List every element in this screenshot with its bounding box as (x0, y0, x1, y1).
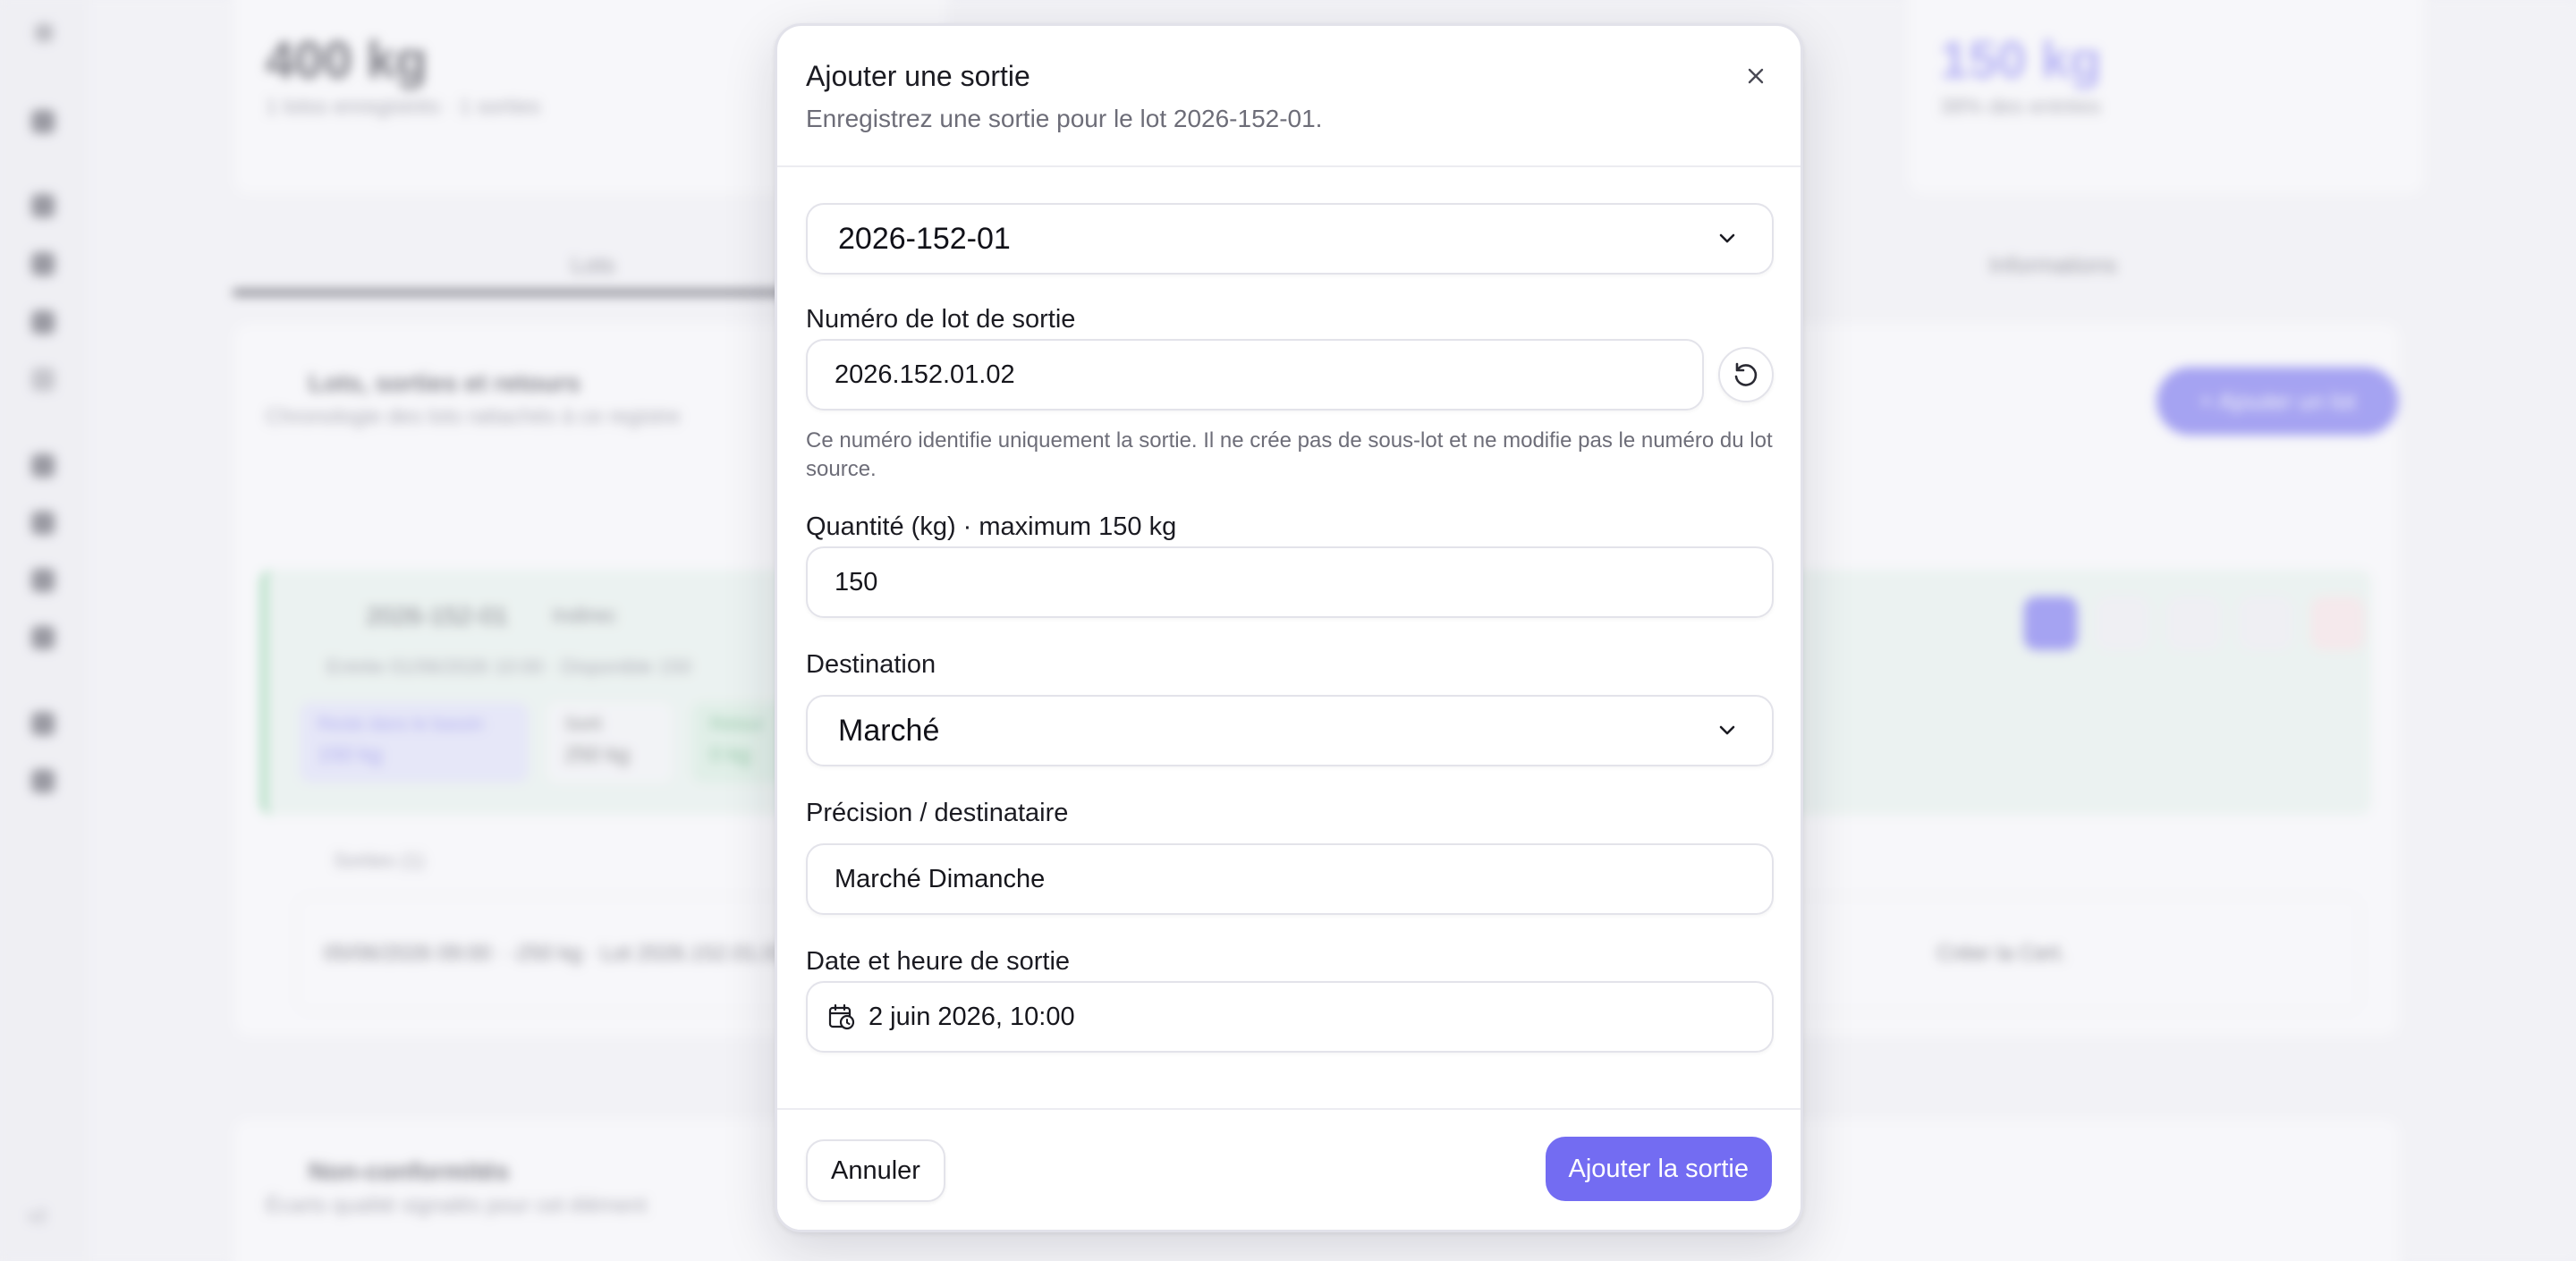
chevron-down-icon (1719, 233, 1735, 243)
datetime-value: 2 juin 2026, 10:00 (869, 1002, 1075, 1031)
add-output-dialog: Ajouter une sortie Enregistrez une sorti… (775, 23, 1803, 1232)
dialog-footer: Annuler Ajouter la sortie (777, 1108, 1801, 1230)
regenerate-lot-button[interactable] (1718, 347, 1774, 402)
output-lot-input[interactable]: 2026.152.01.02 (806, 339, 1704, 410)
dialog-title: Ajouter une sortie (806, 60, 1030, 92)
quantity-input[interactable]: 150 (806, 546, 1774, 618)
dialog-header: Ajouter une sortie Enregistrez une sorti… (777, 26, 1801, 167)
datetime-label: Date et heure de sortie (806, 947, 1071, 976)
datetime-input[interactable]: 2 juin 2026, 10:00 (806, 981, 1774, 1053)
recipient-label: Précision / destinataire (806, 799, 1069, 827)
calendar-clock-icon (828, 1003, 855, 1030)
destination-select[interactable]: Marché (806, 695, 1774, 766)
output-lot-help: Ce numéro identifie uniquement la sortie… (806, 428, 1773, 481)
close-button[interactable] (1738, 58, 1774, 94)
cancel-button[interactable]: Annuler (806, 1139, 945, 1202)
dialog-subtitle: Enregistrez une sortie pour le lot 2026-… (806, 105, 1323, 132)
output-lot-label: Numéro de lot de sortie (806, 305, 1076, 334)
add-output-button[interactable]: Ajouter la sortie (1545, 1137, 1772, 1201)
recipient-value: Marché Dimanche (835, 864, 1046, 893)
destination-value: Marché (838, 713, 940, 748)
lot-select[interactable]: 2026-152-01 (806, 203, 1774, 275)
refresh-icon (1734, 362, 1758, 386)
close-icon (1748, 68, 1764, 84)
lot-select-value: 2026-152-01 (838, 221, 1011, 256)
quantity-value: 150 (835, 567, 878, 597)
output-lot-value: 2026.152.01.02 (835, 360, 1015, 389)
destination-label: Destination (806, 650, 936, 679)
quantity-label: Quantité (kg) · maximum 150 kg (806, 512, 1177, 541)
recipient-input[interactable]: Marché Dimanche (806, 843, 1774, 915)
chevron-down-icon (1719, 725, 1735, 735)
